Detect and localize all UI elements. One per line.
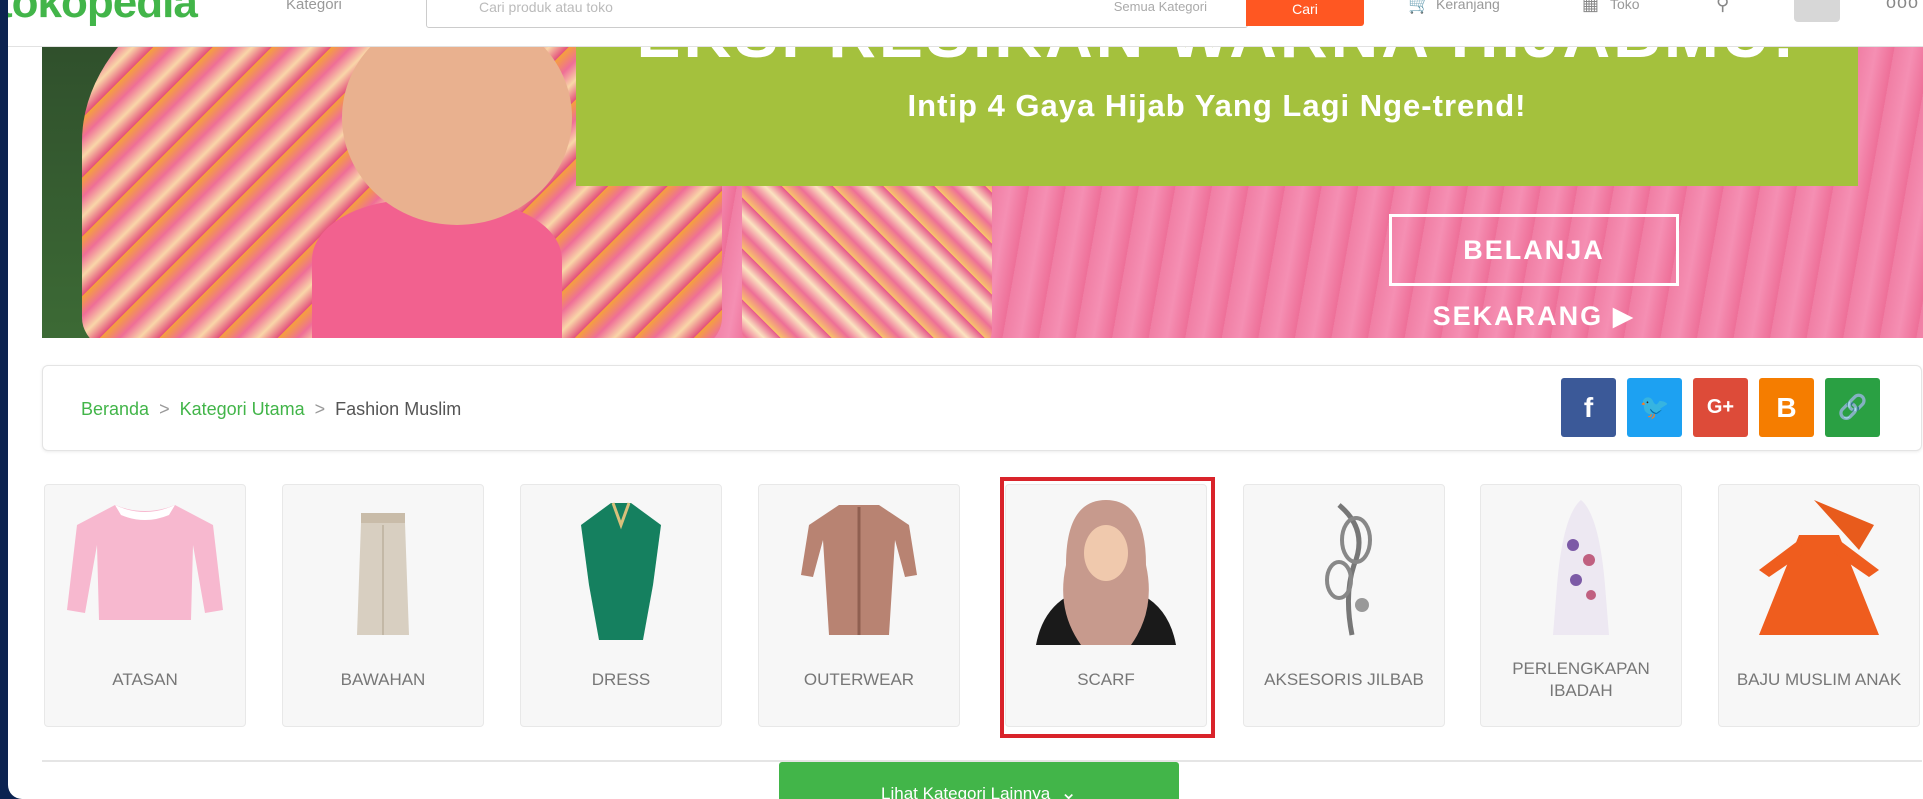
hijab-model-icon	[1036, 500, 1176, 645]
search-input[interactable]: Cari produk atau toko Semua Kategori	[426, 0, 1248, 28]
category-label: AKSESORIS JILBAB	[1264, 670, 1424, 689]
chevron-down-icon: ⌄	[1060, 782, 1077, 799]
breadcrumb: Beranda > Kategori Utama > Fashion Muslim	[81, 399, 461, 420]
shop-now-button[interactable]: BELANJA SEKARANG ▶	[1389, 214, 1679, 331]
tokopedia-logo[interactable]: tokopedia	[8, 0, 198, 28]
search-scope-select[interactable]: Semua Kategori	[1114, 0, 1207, 14]
brooch-icon	[1325, 503, 1372, 636]
cart-icon[interactable]: 🛒	[1408, 0, 1430, 15]
blogger-share-button[interactable]: B	[1759, 378, 1814, 437]
category-label: BAJU MUSLIM ANAK	[1736, 670, 1902, 689]
more-categories-label: Lihat Kategori Lainnya	[881, 784, 1051, 799]
google-plus-share-button[interactable]: G+	[1693, 378, 1748, 437]
category-card-aksesoris-jilbab[interactable]: AKSESORIS JILBAB	[1243, 484, 1445, 727]
beige-skirt-icon	[357, 513, 409, 635]
breadcrumb-main-category[interactable]: Kategori Utama	[180, 399, 305, 419]
notification-icon[interactable]: ⚲	[1716, 0, 1729, 15]
search-placeholder: Cari produk atau toko	[479, 0, 613, 15]
search-button[interactable]: Cari	[1246, 0, 1364, 26]
browser-frame: tokopedia Kategori Cari produk atau toko…	[8, 0, 1923, 799]
category-card-outerwear[interactable]: OUTERWEAR	[758, 484, 960, 727]
google-plus-icon: G+	[1706, 396, 1735, 418]
pink-blouse-icon	[67, 505, 223, 620]
store-icon[interactable]: ▦	[1582, 0, 1599, 15]
kids-dress-icon	[1759, 500, 1879, 635]
store-link[interactable]: Toko	[1610, 0, 1640, 12]
blogger-icon: B	[1776, 392, 1797, 423]
more-categories-button[interactable]: Lihat Kategori Lainnya ⌄	[779, 762, 1179, 799]
category-menu-link[interactable]: Kategori	[286, 0, 342, 13]
category-card-scarf[interactable]: SCARF	[1005, 484, 1207, 727]
more-menu-icon[interactable]: ooo	[1886, 0, 1919, 13]
category-card-baju-muslim-anak[interactable]: BAJU MUSLIM ANAK	[1718, 484, 1920, 727]
cart-link[interactable]: Keranjang	[1436, 0, 1500, 12]
category-label: PERLENGKAPAN IBADAH	[1512, 659, 1650, 700]
green-kaftan-icon	[581, 502, 661, 640]
breadcrumb-bar: Beranda > Kategori Utama > Fashion Muslim f …	[42, 365, 1922, 451]
breadcrumb-separator: >	[159, 399, 170, 419]
category-card-atasan[interactable]: ATASAN	[44, 484, 246, 727]
mukena-icon	[1553, 500, 1609, 635]
top-header: tokopedia Kategori Cari produk atau toko…	[8, 0, 1923, 47]
avatar[interactable]	[1794, 0, 1840, 22]
promo-banner[interactable]: EKSPRESIKAN WARNA HIJABMU! Intip 4 Gaya …	[42, 0, 1923, 338]
link-icon: 🔗	[1837, 394, 1868, 421]
twitter-icon: 🐦	[1639, 394, 1670, 421]
category-card-dress[interactable]: DRESS	[520, 484, 722, 727]
category-card-perlengkapan-ibadah[interactable]: PERLENGKAPAN IBADAH	[1480, 484, 1682, 727]
category-label: DRESS	[591, 670, 651, 689]
copy-link-button[interactable]: 🔗	[1825, 378, 1880, 437]
brown-cardigan-icon	[801, 505, 917, 635]
twitter-share-button[interactable]: 🐦	[1627, 378, 1682, 437]
category-card-bawahan[interactable]: BAWAHAN	[282, 484, 484, 727]
breadcrumb-current: Fashion Muslim	[335, 399, 462, 419]
category-label: OUTERWEAR	[803, 670, 915, 689]
banner-subtitle: Intip 4 Gaya Hijab Yang Lagi Nge-trend!	[907, 88, 1527, 123]
category-label: BAWAHAN	[340, 670, 426, 689]
category-label: ATASAN	[112, 670, 178, 689]
facebook-share-button[interactable]: f	[1561, 378, 1616, 437]
breadcrumb-separator: >	[314, 399, 326, 419]
category-label: SCARF	[1077, 670, 1135, 689]
facebook-icon: f	[1583, 392, 1594, 423]
breadcrumb-home[interactable]: Beranda	[81, 399, 149, 419]
